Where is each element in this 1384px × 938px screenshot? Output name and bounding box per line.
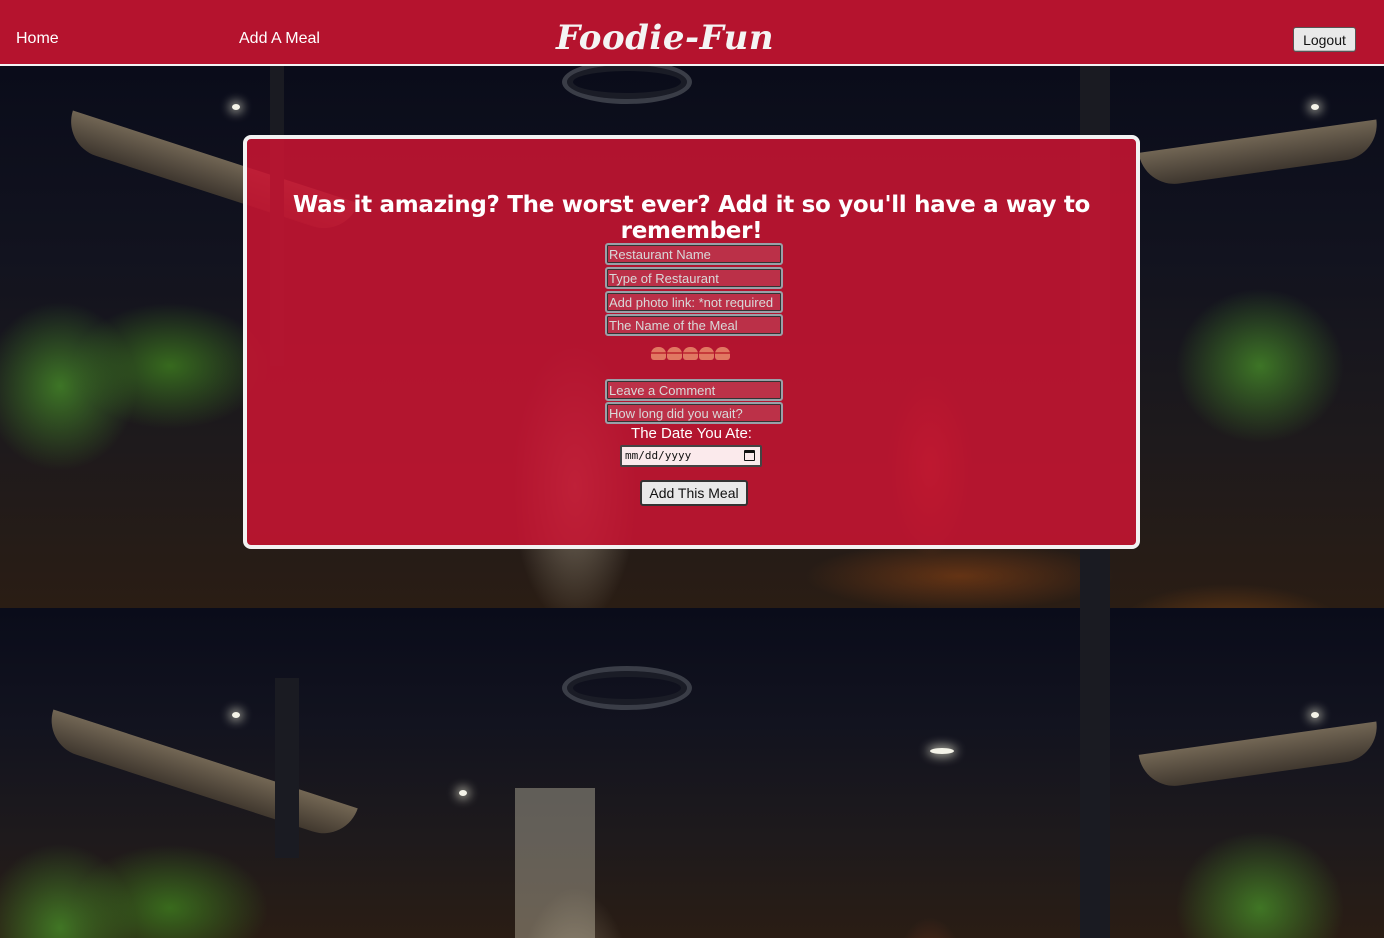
add-meal-button[interactable]: Add This Meal bbox=[640, 480, 748, 506]
nav-add-meal-link[interactable]: Add A Meal bbox=[239, 30, 320, 48]
rating-selector bbox=[651, 347, 730, 360]
brand-logo: Foodie-Fun bbox=[556, 18, 775, 58]
lit-wall bbox=[515, 788, 595, 938]
ceiling-light bbox=[1311, 104, 1319, 110]
date-label: The Date You Ate: bbox=[631, 425, 752, 442]
wait-time-input[interactable] bbox=[605, 402, 783, 424]
comment-input[interactable] bbox=[605, 379, 783, 401]
background-image bbox=[0, 608, 1384, 938]
burger-icon[interactable] bbox=[651, 347, 666, 360]
meal-name-input[interactable] bbox=[605, 314, 783, 336]
restaurant-name-input[interactable] bbox=[605, 243, 783, 265]
burger-icon[interactable] bbox=[699, 347, 714, 360]
pillar bbox=[275, 678, 299, 858]
nav-home-link[interactable]: Home bbox=[16, 30, 59, 48]
awning bbox=[1138, 119, 1382, 189]
calendar-icon[interactable] bbox=[744, 450, 755, 461]
burger-icon[interactable] bbox=[683, 347, 698, 360]
restaurant-type-input[interactable] bbox=[605, 267, 783, 289]
burger-icon[interactable] bbox=[715, 347, 730, 360]
awning bbox=[42, 709, 358, 843]
logout-button[interactable]: Logout bbox=[1293, 27, 1356, 52]
add-meal-form: Was it amazing? The worst ever? Add it s… bbox=[243, 135, 1140, 549]
burger-icon[interactable] bbox=[667, 347, 682, 360]
ceiling-light bbox=[930, 748, 954, 754]
ceiling-light bbox=[1311, 712, 1319, 718]
date-placeholder: mm/dd/yyyy bbox=[625, 449, 692, 462]
pillar bbox=[1080, 608, 1110, 938]
awning bbox=[1138, 721, 1382, 791]
form-title: Was it amazing? The worst ever? Add it s… bbox=[292, 192, 1091, 244]
ceiling-light bbox=[232, 712, 240, 718]
navbar: Home Add A Meal Foodie-Fun Logout bbox=[0, 0, 1384, 66]
ceiling-light bbox=[459, 790, 467, 796]
ceiling-vent bbox=[562, 66, 692, 104]
date-input[interactable]: mm/dd/yyyy bbox=[620, 445, 762, 467]
ceiling-light bbox=[232, 104, 240, 110]
ceiling-vent bbox=[562, 666, 692, 710]
photo-link-input[interactable] bbox=[605, 291, 783, 313]
